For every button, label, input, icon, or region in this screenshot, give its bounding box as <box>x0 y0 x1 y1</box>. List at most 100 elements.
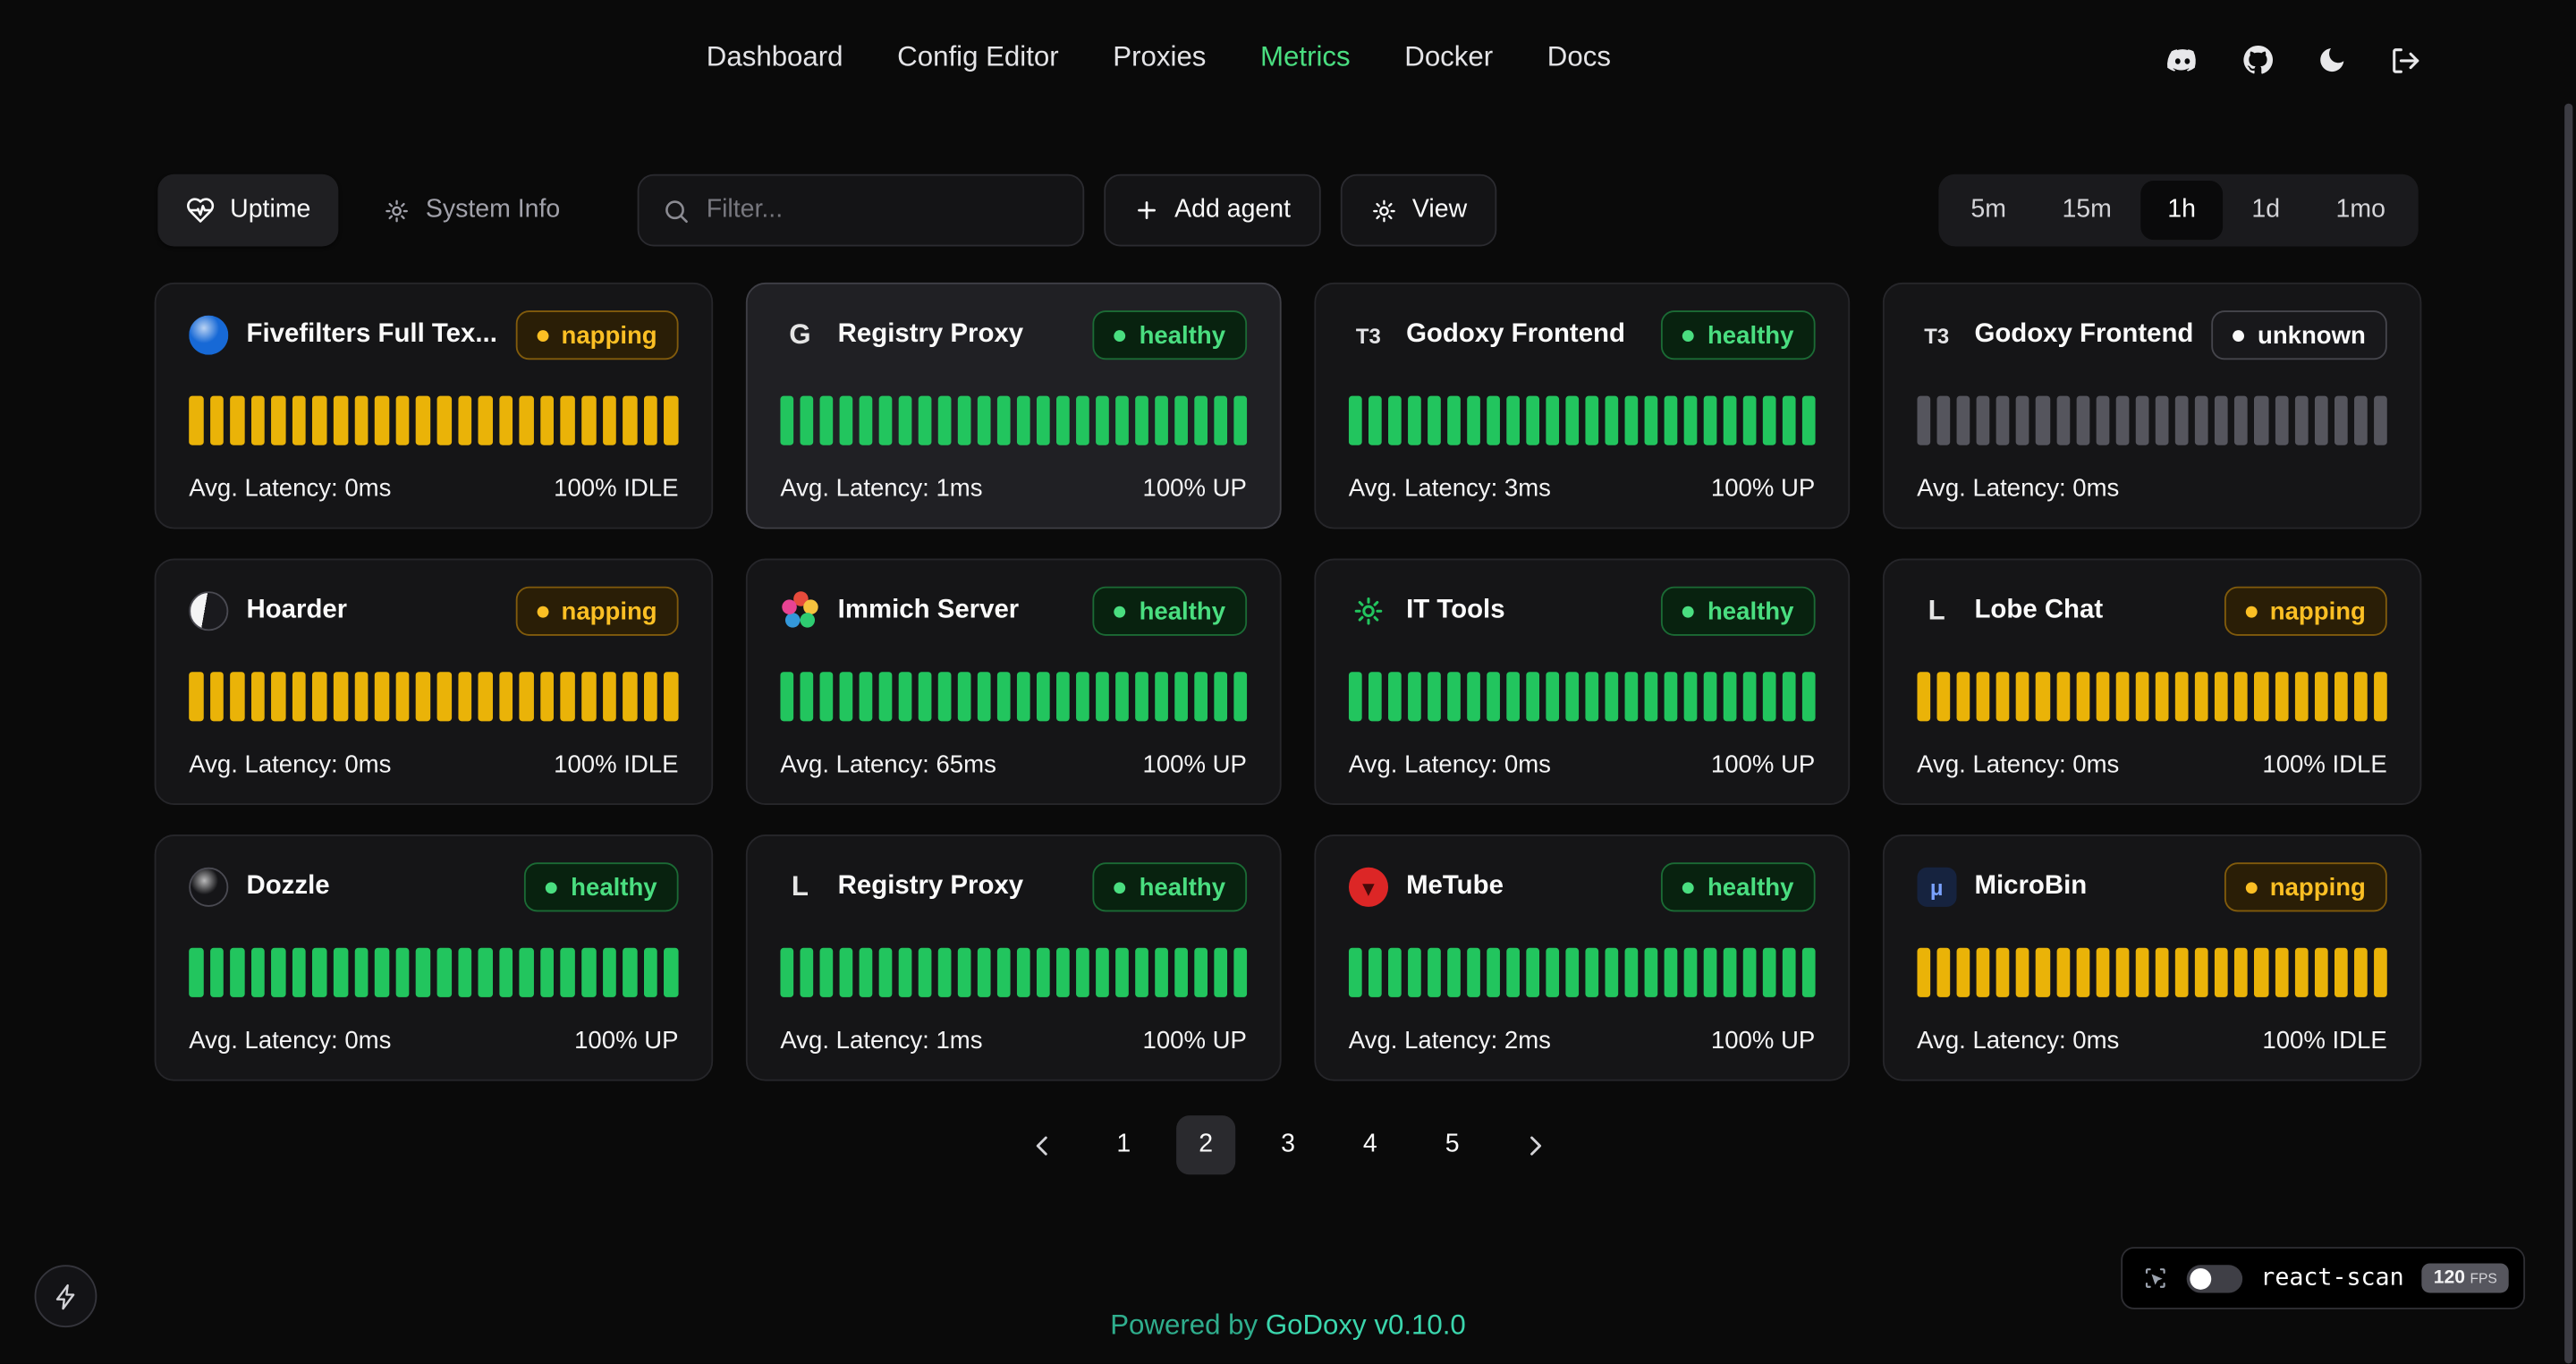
service-card-registry-proxy[interactable]: LRegistry ProxyhealthyAvg. Latency: 1ms1… <box>746 834 1282 1081</box>
time-range-1mo[interactable]: 1mo <box>2309 181 2411 240</box>
uptime-bar <box>1349 672 1362 721</box>
microbin-icon: μ <box>1917 868 1956 907</box>
status-badge: napping <box>515 310 678 360</box>
uptime-bar <box>1996 672 2010 721</box>
uptime-bar <box>479 948 493 997</box>
nav-item-docker[interactable]: Docker <box>1404 41 1493 74</box>
logout-icon[interactable] <box>2389 44 2422 77</box>
service-card-metube[interactable]: ▾MeTubehealthyAvg. Latency: 2ms100% UP <box>1314 834 1850 1081</box>
nav-item-config-editor[interactable]: Config Editor <box>897 41 1059 74</box>
view-button[interactable]: View <box>1340 174 1496 247</box>
time-range-1d[interactable]: 1d <box>2225 181 2306 240</box>
uptime-bar <box>1565 948 1579 997</box>
service-card-it-tools[interactable]: IT ToolshealthyAvg. Latency: 0ms100% UP <box>1314 558 1850 805</box>
uptime-bar <box>1076 396 1089 445</box>
service-card-immich-server[interactable]: Immich ServerhealthyAvg. Latency: 65ms10… <box>746 558 1282 805</box>
scrollbar[interactable] <box>2564 104 2572 1364</box>
godoxy-link[interactable]: GoDoxy v0.10.0 <box>1266 1309 1466 1341</box>
avg-latency: Avg. Latency: 0ms <box>1917 475 2119 503</box>
uptime-bar <box>1996 948 2010 997</box>
page-3[interactable]: 3 <box>1258 1115 1318 1174</box>
page-2[interactable]: 2 <box>1176 1115 1235 1174</box>
uptime-bar <box>1724 948 1737 997</box>
uptime-tab[interactable]: Uptime <box>157 174 338 247</box>
card-footer: Avg. Latency: 0ms100% UP <box>1349 750 1816 778</box>
service-name: Immich Server <box>838 597 1020 626</box>
service-card-fivefilters-full-tex[interactable]: Fivefilters Full Tex... napping Avg. Laten… <box>155 283 713 530</box>
lightning-bolt-icon <box>52 1283 80 1310</box>
uptime-bar <box>1408 948 1421 997</box>
avg-latency: Avg. Latency: 0ms <box>189 475 391 503</box>
fivefilters-icon <box>189 316 228 355</box>
discord-icon[interactable] <box>2165 43 2200 78</box>
service-name: Fivefilters Full Tex... <box>247 320 497 350</box>
uptime-percent: 100% UP <box>574 1027 678 1055</box>
uptime-bar <box>1957 672 1970 721</box>
uptime-bar <box>416 396 430 445</box>
uptime-bar <box>2036 396 2049 445</box>
uptime-bar <box>1683 948 1697 997</box>
nav-item-metrics[interactable]: Metrics <box>1260 41 1351 74</box>
uptime-bars <box>1349 672 1816 721</box>
uptime-percent: 100% UP <box>1711 475 1815 503</box>
service-card-hoarder[interactable]: HoardernappingAvg. Latency: 0ms100% IDLE <box>155 558 713 805</box>
uptime-bar <box>1546 672 1559 721</box>
system-info-tab[interactable]: System Info <box>355 174 589 247</box>
uptime-bar <box>860 948 873 997</box>
service-card-lobe-chat[interactable]: LLobe ChatnappingAvg. Latency: 0ms100% I… <box>1883 558 2422 805</box>
service-card-dozzle[interactable]: DozzlehealthyAvg. Latency: 0ms100% UP <box>155 834 713 1081</box>
uptime-bar <box>1214 672 1227 721</box>
filter-field[interactable] <box>638 174 1085 247</box>
uptime-percent: 100% UP <box>1143 475 1247 503</box>
uptime-bar <box>643 948 657 997</box>
page-4[interactable]: 4 <box>1341 1115 1400 1174</box>
uptime-bar <box>1076 948 1089 997</box>
uptime-bar <box>1565 396 1579 445</box>
service-card-microbin[interactable]: μMicroBinnappingAvg. Latency: 0ms100% ID… <box>1883 834 2422 1081</box>
uptime-bar <box>561 948 575 997</box>
uptime-bar <box>958 672 971 721</box>
filter-input[interactable] <box>707 196 1060 225</box>
uptime-percent: 100% IDLE <box>554 750 678 778</box>
uptime-bar <box>1704 948 1717 997</box>
uptime-bar <box>860 396 873 445</box>
page-5[interactable]: 5 <box>1423 1115 1482 1174</box>
uptime-bar <box>2235 948 2249 997</box>
uptime-bar <box>1368 396 1382 445</box>
prev-page-chevron-left-icon[interactable] <box>1012 1115 1071 1174</box>
service-card-godoxy-frontend[interactable]: T3Godoxy FrontendunknownAvg. Latency: 0m… <box>1883 283 2422 530</box>
moon-icon[interactable] <box>2317 45 2348 76</box>
uptime-bar <box>313 672 327 721</box>
uptime-bar <box>395 396 410 445</box>
powered-by-text: Powered by <box>1110 1309 1258 1341</box>
service-card-registry-proxy[interactable]: GRegistry ProxyhealthyAvg. Latency: 1ms1… <box>746 283 1282 530</box>
uptime-bar <box>2314 396 2327 445</box>
nav-item-proxies[interactable]: Proxies <box>1113 41 1206 74</box>
status-dot-icon <box>1114 881 1126 893</box>
next-page-chevron-right-icon[interactable] <box>1504 1115 1563 1174</box>
time-range-5m[interactable]: 5m <box>1945 181 2032 240</box>
time-range-15m[interactable]: 15m <box>2036 181 2138 240</box>
page-1[interactable]: 1 <box>1094 1115 1153 1174</box>
add-agent-label: Add agent <box>1174 196 1291 225</box>
card-header: T3Godoxy Frontendhealthy <box>1349 310 1816 360</box>
uptime-bar <box>2156 396 2169 445</box>
search-icon <box>662 196 690 224</box>
uptime-bar <box>1408 396 1421 445</box>
uptime-bar <box>2314 672 2327 721</box>
add-agent-button[interactable]: Add agent <box>1104 174 1320 247</box>
github-icon[interactable] <box>2241 43 2275 78</box>
services-grid: Fivefilters Full Tex... napping Avg. Laten… <box>155 283 2422 1081</box>
status-badge: napping <box>2224 862 2386 911</box>
main-nav: Dashboard Config Editor Proxies Metrics Dock… <box>707 41 1611 74</box>
status-badge: healthy <box>1093 587 1247 636</box>
time-range-1h[interactable]: 1h <box>2141 181 2222 240</box>
react-scan-toggle[interactable] <box>2187 1264 2242 1292</box>
service-card-godoxy-frontend[interactable]: T3Godoxy FrontendhealthyAvg. Latency: 3m… <box>1314 283 1850 530</box>
uptime-bar <box>2036 672 2049 721</box>
inspect-icon[interactable] <box>2142 1265 2168 1291</box>
uptime-bar <box>2076 396 2089 445</box>
uptime-bar <box>2334 948 2348 997</box>
nav-item-dashboard[interactable]: Dashboard <box>707 41 843 74</box>
nav-item-docs[interactable]: Docs <box>1547 41 1611 74</box>
